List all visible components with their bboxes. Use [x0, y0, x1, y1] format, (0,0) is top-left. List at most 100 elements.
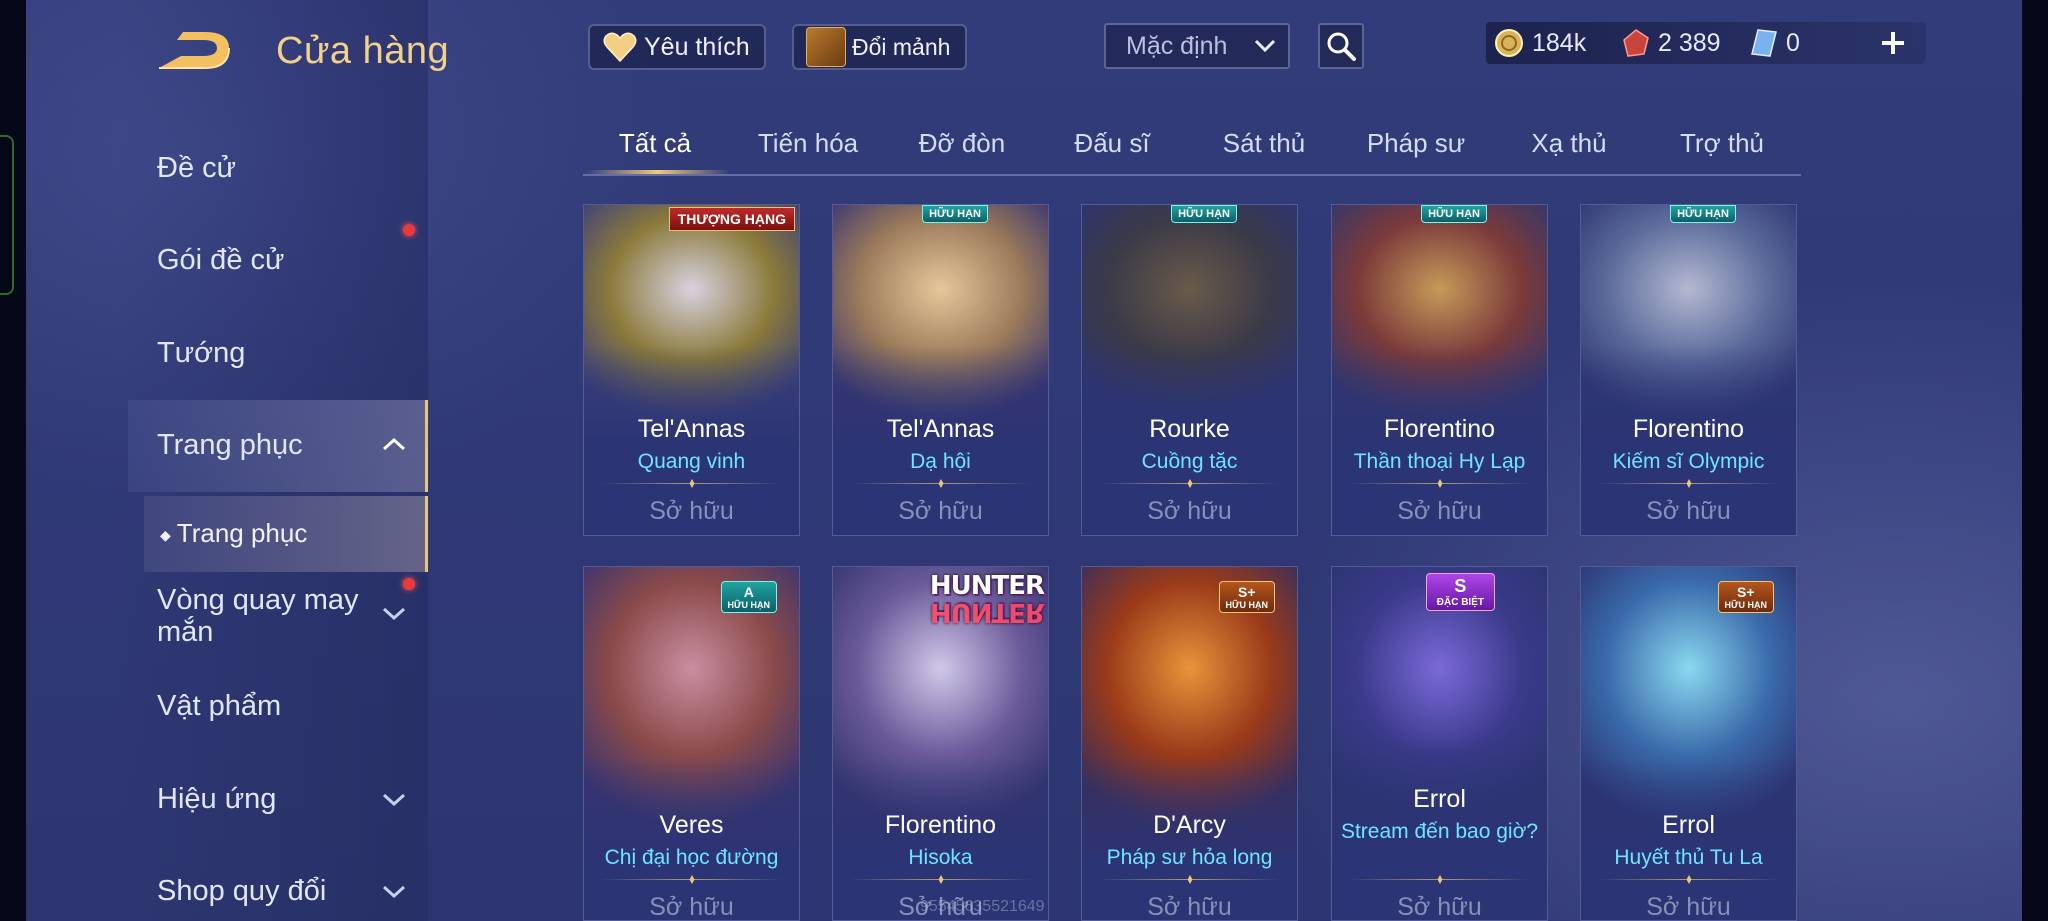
chevron-up-icon[interactable] — [381, 436, 407, 457]
owned-status: Sở hữu — [1397, 893, 1482, 921]
gem-balance: 2 389 — [1622, 22, 1721, 64]
sidebar-item-trang-phuc[interactable]: Trang phục — [157, 429, 303, 462]
sidebar-item-goi-de-cu[interactable]: Gói đề cử — [157, 244, 284, 277]
logo-line-2: HUNTER — [929, 597, 1044, 627]
rarity-grade: A — [743, 584, 754, 600]
hero-name: Florentino — [884, 811, 997, 839]
sidebar-item-tuong[interactable]: Tướng — [157, 337, 245, 370]
skin-name: Huyết thủ Tu La — [1614, 846, 1763, 869]
skin-name: Quang vinh — [637, 450, 746, 473]
rarity-badge: HỮU HẠN — [1421, 205, 1487, 223]
skin-card[interactable]: HỮU HẠN Tel'Annas Dạ hội Sở hữu — [832, 204, 1049, 536]
rarity-badge: THƯỢNG HẠNG — [668, 207, 795, 231]
hero-name: Rourke — [1149, 415, 1230, 443]
owned-status: Sở hữu — [1147, 893, 1232, 921]
gold-amount: 184k — [1532, 28, 1587, 57]
tab-do-don[interactable]: Đỡ đòn — [887, 128, 1037, 159]
card-fade — [1082, 345, 1297, 465]
gem-amount: 2 389 — [1658, 28, 1721, 57]
shards-label: Đổi mảnh — [852, 33, 951, 60]
plus-icon — [1882, 32, 1904, 54]
skin-card[interactable]: A HỮU HẠN Veres Chị đại học đường Sở hữu — [583, 566, 800, 921]
card-divider — [1348, 879, 1531, 880]
card-fade — [584, 345, 799, 465]
right-device-edge — [2022, 0, 2048, 921]
favorites-button[interactable]: Yêu thích — [588, 24, 766, 70]
owned-status: Sở hữu — [649, 497, 734, 525]
hero-name: Errol — [1413, 785, 1466, 813]
exchange-shards-button[interactable]: Đổi mảnh — [792, 24, 967, 70]
chevron-down-icon[interactable] — [381, 792, 407, 813]
diamond-bullet-icon: ◆ — [160, 526, 171, 543]
page-title: Cửa hàng — [276, 30, 450, 72]
hero-name: Veres — [659, 811, 724, 839]
tab-tat-ca[interactable]: Tất cả — [580, 128, 730, 159]
tab-tien-hoa[interactable]: Tiến hóa — [733, 128, 883, 159]
rarity-badge: HỮU HẠN — [922, 205, 988, 223]
sidebar-item-shop-quy-doi[interactable]: Shop quy đổi — [157, 875, 326, 908]
skin-card[interactable]: THƯỢNG HẠNG Tel'Annas Quang vinh Sở hữu — [583, 204, 800, 536]
chevron-down-icon[interactable] — [381, 884, 407, 905]
chevron-down-icon[interactable] — [381, 606, 407, 627]
sidebar-item-hieu-ung[interactable]: Hiệu ứng — [157, 783, 276, 816]
sort-dropdown[interactable]: Mặc định — [1104, 23, 1290, 69]
skin-name: Chị đại học đường — [604, 846, 779, 869]
left-device-edge — [0, 0, 26, 921]
card-fade — [833, 345, 1048, 465]
skin-card[interactable]: HỮU HẠN Florentino Thần thoại Hy Lạp Sở … — [1331, 204, 1548, 536]
skin-name: Thần thoại Hy Lạp — [1353, 450, 1526, 473]
edge-handle — [0, 135, 14, 295]
sidebar-item-vong-quay[interactable]: Vòng quay may mắn — [157, 584, 387, 648]
ruby-icon — [1623, 29, 1649, 57]
skin-card[interactable]: HUNTER HUNTER Florentino Hisoka Sở hữu — [832, 566, 1049, 921]
skin-name: Dạ hội — [910, 450, 971, 473]
favorites-label: Yêu thích — [644, 32, 750, 61]
skin-name: Hisoka — [908, 846, 973, 869]
active-tab-indicator — [585, 170, 730, 174]
card-divider — [849, 483, 1032, 484]
skin-name: Kiếm sĩ Olympic — [1612, 450, 1765, 473]
search-button[interactable] — [1318, 23, 1364, 69]
sidebar-subitem-trang-phuc[interactable]: ◆ Trang phục — [160, 518, 307, 549]
skin-name: Pháp sư hỏa long — [1106, 846, 1273, 869]
skin-card[interactable]: HỮU HẠN Rourke Cuồng tặc Sở hữu — [1081, 204, 1298, 536]
skin-card[interactable]: S+ HỮU HẠN D'Arcy Pháp sư hỏa long Sở hữ… — [1081, 566, 1298, 921]
add-currency-button[interactable] — [1872, 22, 1914, 64]
owned-status: Sở hữu — [649, 893, 734, 921]
hero-name: Florentino — [1383, 415, 1496, 443]
back-button[interactable] — [155, 28, 240, 76]
tab-sat-thu[interactable]: Sát thủ — [1189, 128, 1339, 159]
search-icon — [1327, 32, 1356, 61]
skin-card[interactable]: HỮU HẠN Florentino Kiếm sĩ Olympic Sở hữ… — [1580, 204, 1797, 536]
gold-coin-icon — [1495, 29, 1523, 57]
rarity-grade: S+ — [1238, 584, 1256, 600]
rarity-badge: HỮU HẠN — [1670, 205, 1736, 223]
rarity-grade: S — [1454, 576, 1467, 596]
tab-dau-si[interactable]: Đấu sĩ — [1037, 128, 1187, 159]
sidebar-item-de-cu[interactable]: Đề cử — [157, 152, 236, 185]
hero-name: Tel'Annas — [886, 415, 995, 443]
tab-phap-su[interactable]: Pháp sư — [1341, 128, 1491, 159]
owned-status: Sở hữu — [1646, 893, 1731, 921]
hero-name: Florentino — [1632, 415, 1745, 443]
owned-status: Sở hữu — [1397, 497, 1482, 525]
sidebar-item-vat-pham[interactable]: Vật phẩm — [157, 690, 281, 723]
rarity-badge: S ĐẶC BIỆT — [1425, 573, 1495, 611]
skin-name: Stream đến bao giờ? — [1340, 820, 1539, 843]
owned-status: Sở hữu — [1147, 497, 1232, 525]
card-divider — [600, 879, 783, 880]
skin-card[interactable]: S ĐẶC BIỆT Errol Stream đến bao giờ? Sở … — [1331, 566, 1548, 921]
chevron-down-icon — [1254, 39, 1276, 53]
skin-card[interactable]: S+ HỮU HẠN Errol Huyết thủ Tu La Sở hữu — [1580, 566, 1797, 921]
card-divider — [1597, 483, 1780, 484]
rarity-label: ĐẶC BIỆT — [1436, 597, 1484, 608]
tab-tro-thu[interactable]: Trợ thủ — [1647, 128, 1797, 159]
rarity-badge: A HỮU HẠN — [720, 581, 777, 613]
hero-name: Errol — [1662, 811, 1715, 839]
rarity-badge: S+ HỮU HẠN — [1218, 581, 1275, 613]
tab-xa-thu[interactable]: Xạ thủ — [1494, 128, 1644, 159]
owned-status: Sở hữu — [1646, 497, 1731, 525]
card-divider — [849, 879, 1032, 880]
rarity-label: HỮU HẠN — [1724, 600, 1767, 610]
rarity-badge: HỮU HẠN — [1171, 205, 1237, 223]
